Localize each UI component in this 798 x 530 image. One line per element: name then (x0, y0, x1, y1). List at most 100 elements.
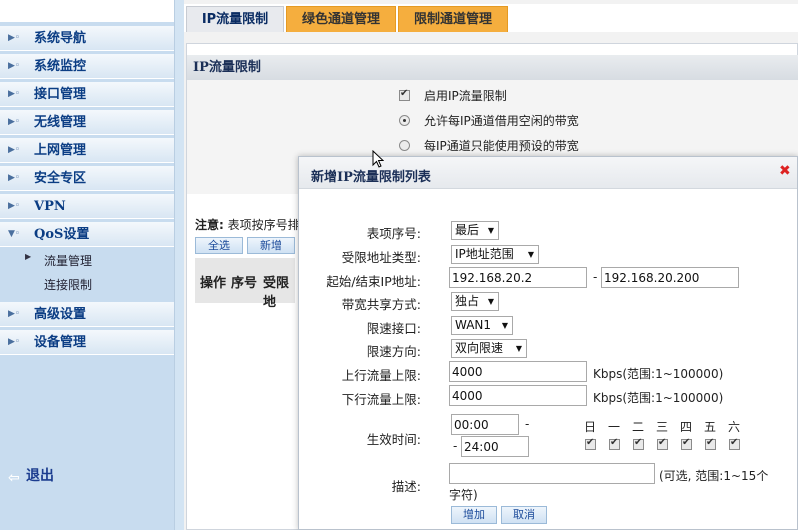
add-button[interactable]: 新增 (247, 237, 295, 254)
expand-arrow-icon: ▶◦ (8, 201, 21, 211)
sidebar-item-wireless[interactable]: ▶◦ 无线管理 (0, 110, 174, 135)
sidebar-item-label: VPN (34, 199, 66, 214)
column-restricted-addr: 受限地 (263, 276, 290, 310)
logout-link[interactable]: ⇦ 退出 (8, 465, 54, 486)
note-text: 注意: 表项按序号排 (195, 216, 300, 233)
allow-borrow-option[interactable]: 允许每IP通道借用空闲的带宽 (399, 112, 579, 129)
sidebar-item-qos[interactable]: ▼◦ QoS设置 (0, 222, 174, 247)
dialog-title: 新增IP流量限制列表 (311, 170, 431, 185)
sidebar: ▶◦ 系统导航 ▶◦ 系统监控 ▶◦ 接口管理 ▶◦ 无线管理 ▶◦ 上网管理 ▶◦ 安全专… (0, 22, 174, 530)
description-hint-cont: 字符) (449, 488, 478, 502)
sidebar-item-device[interactable]: ▶◦ 设备管理 (0, 330, 174, 355)
day-wed-checkbox[interactable] (657, 437, 668, 450)
sidebar-item-label: 高级设置 (34, 307, 87, 322)
day-thu-label: 四 (680, 420, 693, 434)
expand-arrow-icon: ▶◦ (8, 309, 21, 319)
sidebar-item-label: 安全专区 (34, 171, 87, 186)
allow-borrow-label: 允许每IP通道借用空闲的带宽 (424, 114, 579, 128)
day-tue-checkbox[interactable] (633, 437, 644, 450)
iface-select[interactable]: WAN1 ▼ (451, 316, 513, 335)
expand-arrow-icon: ▶◦ (8, 89, 21, 99)
addr-type-select[interactable]: IP地址范围 ▼ (451, 245, 539, 264)
logout-label: 退出 (26, 468, 54, 484)
select-all-button[interactable]: 全选 (195, 237, 243, 254)
description-input[interactable] (449, 463, 655, 484)
start-ip-input[interactable] (449, 267, 587, 288)
share-mode-select[interactable]: 独占 ▼ (451, 292, 499, 311)
index-select-value: 最后 (455, 223, 480, 237)
sidebar-item-vpn[interactable]: ▶◦ VPN (0, 194, 174, 219)
dropdown-caret-icon: ▼ (487, 297, 494, 306)
close-icon[interactable]: ✖ (779, 164, 791, 178)
end-ip-input[interactable] (601, 267, 739, 288)
addr-type-label: 受限地址类型: (341, 250, 421, 265)
sidebar-subitem-label: 连接限制 (44, 278, 93, 292)
enable-option[interactable]: 启用IP流量限制 (399, 87, 507, 104)
expand-arrow-icon: ▶◦ (8, 173, 21, 183)
column-action: 操作 (200, 276, 227, 291)
day-sat-label: 六 (728, 420, 741, 434)
day-thu-checkbox[interactable] (681, 437, 692, 450)
description-label: 描述: (391, 479, 421, 494)
sidebar-item-label: QoS设置 (34, 227, 90, 242)
time-start-input[interactable] (451, 414, 519, 435)
sidebar-item-system-monitor[interactable]: ▶◦ 系统监控 (0, 54, 174, 79)
up-limit-label: 上行流量上限: (341, 368, 421, 383)
share-mode-select-value: 独占 (455, 294, 480, 308)
expand-arrow-icon: ▶◦ (8, 117, 21, 127)
sidebar-item-label: 设备管理 (34, 335, 87, 350)
list-header: 操作 序号 受限地 (195, 258, 295, 310)
index-select[interactable]: 最后 ▼ (451, 221, 499, 240)
sidebar-item-label: 上网管理 (34, 143, 87, 158)
enable-checkbox[interactable] (399, 88, 410, 101)
cancel-button[interactable]: 取消 (501, 506, 547, 524)
direction-select[interactable]: 双向限速 ▼ (451, 339, 527, 358)
direction-select-value: 双向限速 (455, 341, 504, 355)
day-tue-label: 二 (632, 420, 645, 434)
dropdown-caret-icon: ▼ (487, 226, 494, 235)
down-limit-label: 下行流量上限: (341, 392, 421, 407)
logout-icon: ⇦ (8, 470, 20, 486)
day-sat-checkbox[interactable] (729, 437, 740, 450)
add-ip-limit-dialog: 新增IP流量限制列表 ✖ 表项序号: 最后 ▼ 受限地址类型: IP地址范围 ▼ 起… (298, 156, 798, 530)
day-fri-checkbox[interactable] (705, 437, 716, 450)
preset-only-option[interactable]: 每IP通道只能使用预设的带宽 (399, 137, 579, 154)
sidebar-item-interface[interactable]: ▶◦ 接口管理 (0, 82, 174, 107)
up-limit-input[interactable] (449, 361, 587, 382)
note-body: 表项按序号排 (227, 218, 300, 232)
sidebar-item-label: 系统监控 (34, 59, 87, 74)
sidebar-subitem-connection-limit[interactable]: 连接限制 (44, 276, 92, 293)
time-end-input[interactable] (461, 436, 529, 457)
sidebar-subitem-traffic[interactable]: ▶ 流量管理 (25, 252, 93, 269)
allow-borrow-radio[interactable] (399, 115, 410, 126)
confirm-add-button[interactable]: 增加 (451, 506, 497, 524)
share-mode-label: 带宽共享方式: (341, 297, 421, 312)
tab-ip-traffic-limit[interactable]: IP流量限制 (186, 6, 284, 32)
preset-only-radio[interactable] (399, 140, 410, 151)
header-blank (0, 0, 178, 22)
sidebar-splitter[interactable] (174, 0, 184, 530)
expand-arrow-icon: ▶◦ (8, 337, 21, 347)
day-mon-checkbox[interactable] (609, 437, 620, 450)
tab-limit-channel[interactable]: 限制通道管理 (398, 6, 508, 32)
direction-label: 限速方向: (366, 344, 421, 359)
mouse-cursor-icon (372, 150, 384, 168)
note-label: 注意: (195, 218, 224, 232)
sidebar-subitem-label: 流量管理 (44, 254, 93, 268)
time-dash-1: - (525, 417, 530, 431)
tab-green-channel[interactable]: 绿色通道管理 (286, 6, 396, 32)
day-sun-checkbox[interactable] (585, 437, 596, 450)
dropdown-caret-icon: ▼ (515, 344, 522, 353)
sidebar-item-internet[interactable]: ▶◦ 上网管理 (0, 138, 174, 163)
sidebar-item-system-nav[interactable]: ▶◦ 系统导航 (0, 26, 174, 51)
effective-time-label: 生效时间: (366, 432, 421, 447)
time-dash-2: - (453, 439, 458, 453)
enable-label: 启用IP流量限制 (424, 89, 507, 103)
sidebar-item-advanced[interactable]: ▶◦ 高级设置 (0, 302, 174, 327)
sidebar-item-security[interactable]: ▶◦ 安全专区 (0, 166, 174, 191)
down-limit-input[interactable] (449, 385, 587, 406)
panel-title: IP流量限制 (187, 55, 798, 80)
sidebar-item-label: 系统导航 (34, 31, 87, 46)
expand-arrow-icon: ▶◦ (8, 33, 21, 43)
dropdown-caret-icon: ▼ (501, 321, 508, 330)
